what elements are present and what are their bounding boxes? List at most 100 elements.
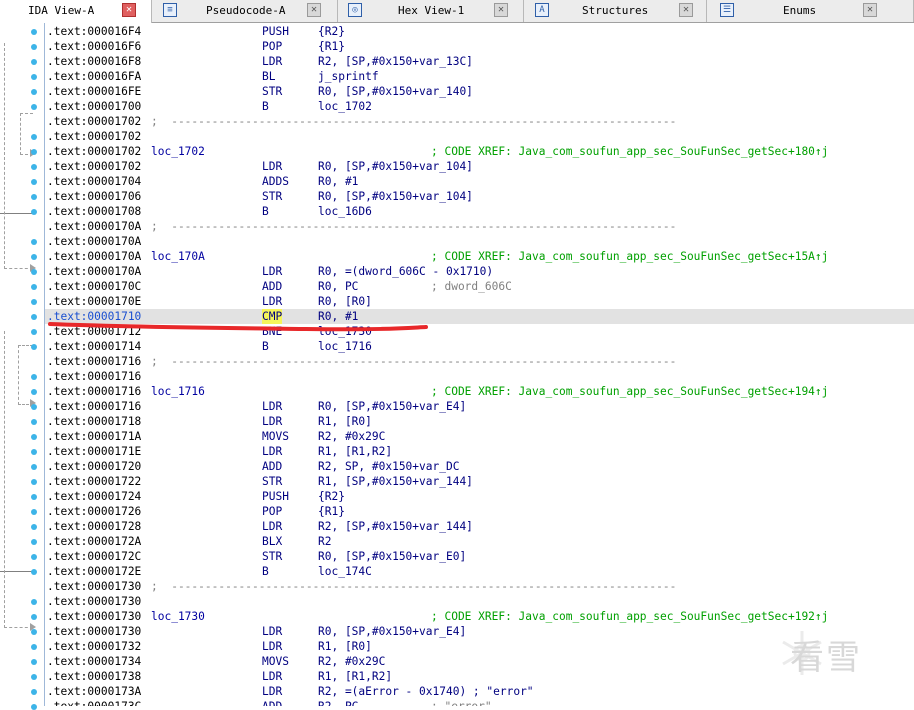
code-line[interactable]: .text:00001716 ; ------------------------… — [45, 354, 914, 369]
breakpoint-dot-icon[interactable] — [31, 644, 37, 650]
code-line[interactable]: .text:00001716 — [45, 369, 914, 384]
code-line[interactable]: .text:0000170A loc_170A ; CODE XREF: Java_… — [45, 249, 914, 264]
close-icon[interactable]: ✕ — [122, 3, 136, 17]
code-line[interactable]: .text:000016F8 LDR R2, [SP,#0x150+var_13C] — [45, 54, 914, 69]
breakpoint-dot-icon[interactable] — [31, 59, 37, 65]
code-line[interactable]: .text:00001706 STR R0, [SP,#0x150+var_104] — [45, 189, 914, 204]
code-line[interactable]: .text:00001724 PUSH {R2} — [45, 489, 914, 504]
code-line[interactable]: .text:0000170A — [45, 234, 914, 249]
breakpoint-dot-icon[interactable] — [31, 134, 37, 140]
tab-enums[interactable]: ☰ Enums ✕ — [707, 0, 914, 22]
code-line[interactable]: .text:00001716 LDR R0, [SP,#0x150+var_E4] — [45, 399, 914, 414]
breakpoint-dot-icon[interactable] — [31, 329, 37, 335]
code-line[interactable]: .text:00001728 LDR R2, [SP,#0x150+var_144] — [45, 519, 914, 534]
breakpoint-dot-icon[interactable] — [31, 689, 37, 695]
code-line[interactable]: .text:00001714 Bloc_1716 — [45, 339, 914, 354]
breakpoint-dot-icon[interactable] — [31, 674, 37, 680]
breakpoint-dot-icon[interactable] — [31, 434, 37, 440]
breakpoint-dot-icon[interactable] — [31, 179, 37, 185]
code-line[interactable]: .text:000016F6 POP {R1} — [45, 39, 914, 54]
breakpoint-dot-icon[interactable] — [31, 704, 37, 710]
breakpoint-dot-icon[interactable] — [31, 629, 37, 635]
breakpoint-dot-icon[interactable] — [31, 479, 37, 485]
code-line[interactable]: .text:0000171A MOVS R2, #0x29C — [45, 429, 914, 444]
close-icon[interactable]: ✕ — [863, 3, 877, 17]
breakpoint-dot-icon[interactable] — [31, 29, 37, 35]
code-line[interactable]: .text:0000171E LDR R1, [R1,R2] — [45, 444, 914, 459]
breakpoint-dot-icon[interactable] — [31, 404, 37, 410]
breakpoint-dot-icon[interactable] — [31, 74, 37, 80]
code-line[interactable]: .text:00001730 loc_1730 ; CODE XREF: Java_… — [45, 609, 914, 624]
breakpoint-dot-icon[interactable] — [31, 194, 37, 200]
breakpoint-dot-icon[interactable] — [31, 539, 37, 545]
breakpoint-dot-icon[interactable] — [31, 494, 37, 500]
tab-structures[interactable]: A Structures ✕ — [524, 0, 707, 22]
breakpoint-dot-icon[interactable] — [31, 299, 37, 305]
code-line[interactable]: .text:00001700 Bloc_1702 — [45, 99, 914, 114]
code-line[interactable]: .text:0000170A ; ------------------------… — [45, 219, 914, 234]
code-line[interactable]: .text:00001702 loc_1702 ; CODE XREF: Java_… — [45, 144, 914, 159]
breakpoint-dot-icon[interactable] — [31, 524, 37, 530]
breakpoint-dot-icon[interactable] — [31, 284, 37, 290]
code-line[interactable]: .text:00001722 STR R1, [SP,#0x150+var_144] — [45, 474, 914, 489]
breakpoint-dot-icon[interactable] — [31, 569, 37, 575]
inline-comment: ; dword_606C — [431, 280, 512, 293]
breakpoint-dot-icon[interactable] — [31, 599, 37, 605]
code-line[interactable]: .text:000016F4 PUSH {R2} — [45, 24, 914, 39]
breakpoint-dot-icon[interactable] — [31, 389, 37, 395]
xref-comment: ; CODE XREF: Java_com_soufun_app_sec_Sou… — [431, 145, 829, 158]
breakpoint-dot-icon[interactable] — [31, 374, 37, 380]
breakpoint-dot-icon[interactable] — [31, 449, 37, 455]
code-line[interactable]: .text:000016FE STR R0, [SP,#0x150+var_140] — [45, 84, 914, 99]
mnemonic: STR — [262, 190, 283, 203]
code-line[interactable]: .text:0000170A LDR R0, =(dword_606C - 0x17… — [45, 264, 914, 279]
tab-pseudocode-a[interactable]: ≡ Pseudocode-A ✕ — [152, 0, 338, 22]
disassembly-listing[interactable]: .text:000016F4 PUSH {R2} .text:000016F6 POP {… — [45, 23, 914, 706]
operands: R2, SP, #0x150+var_DC — [318, 460, 460, 473]
breakpoint-dot-icon[interactable] — [31, 209, 37, 215]
breakpoint-dot-icon[interactable] — [31, 239, 37, 245]
breakpoint-dot-icon[interactable] — [31, 89, 37, 95]
breakpoint-dot-icon[interactable] — [31, 44, 37, 50]
code-line[interactable]: .text:00001720 ADD R2, SP, #0x150+var_DC — [45, 459, 914, 474]
breakpoint-dot-icon[interactable] — [31, 149, 37, 155]
code-line[interactable]: .text:00001702 LDR R0, [SP,#0x150+var_104] — [45, 159, 914, 174]
tab-hex-view-1[interactable]: ◎ Hex View-1 ✕ — [338, 0, 524, 22]
close-icon[interactable]: ✕ — [679, 3, 693, 17]
breakpoint-dot-icon[interactable] — [31, 344, 37, 350]
breakpoint-dot-icon[interactable] — [31, 614, 37, 620]
breakpoint-dot-icon[interactable] — [31, 554, 37, 560]
operands: R1, [SP,#0x150+var_144] — [318, 475, 473, 488]
code-line[interactable]: .text:00001718 LDR R1, [R0] — [45, 414, 914, 429]
breakpoint-dot-icon[interactable] — [31, 464, 37, 470]
code-line[interactable]: .text:0000172E Bloc_174C — [45, 564, 914, 579]
breakpoint-dot-icon[interactable] — [31, 164, 37, 170]
code-line[interactable]: .text:0000172C STR R0, [SP,#0x150+var_E0] — [45, 549, 914, 564]
code-line[interactable]: .text:000016FA BL j_sprintf — [45, 69, 914, 84]
breakpoint-dot-icon[interactable] — [31, 104, 37, 110]
code-line[interactable]: .text:0000170C ADD R0, PC ; dword_606C — [45, 279, 914, 294]
code-line[interactable]: .text:00001702 ; ------------------------… — [45, 114, 914, 129]
breakpoint-dot-icon[interactable] — [31, 509, 37, 515]
code-line[interactable]: .text:0000173C ADD R2, PC ; "error" — [45, 699, 914, 706]
code-line[interactable]: .text:00001702 — [45, 129, 914, 144]
breakpoint-dot-icon[interactable] — [31, 659, 37, 665]
breakpoint-dot-icon[interactable] — [31, 314, 37, 320]
tab-ida-view-a[interactable]: IDA View-A ✕ — [0, 0, 152, 23]
code-line[interactable]: .text:0000172A BLX R2 — [45, 534, 914, 549]
address: .text:00001730 — [47, 580, 142, 593]
code-line[interactable]: .text:00001708 Bloc_16D6 — [45, 204, 914, 219]
close-icon[interactable]: ✕ — [494, 3, 508, 17]
breakpoint-dot-icon[interactable] — [31, 254, 37, 260]
close-icon[interactable]: ✕ — [307, 3, 321, 17]
code-line[interactable]: .text:0000170E LDR R0, [R0] — [45, 294, 914, 309]
breakpoint-dot-icon[interactable] — [31, 269, 37, 275]
code-line[interactable]: .text:0000173A LDR R2, =(aError - 0x1740) … — [45, 684, 914, 699]
code-line[interactable]: .text:00001730 ; ------------------------… — [45, 579, 914, 594]
mnemonic: LDR — [262, 445, 283, 458]
code-line[interactable]: .text:00001726 POP {R1} — [45, 504, 914, 519]
code-line[interactable]: .text:00001730 — [45, 594, 914, 609]
code-line[interactable]: .text:00001704 ADDS R0, #1 — [45, 174, 914, 189]
breakpoint-dot-icon[interactable] — [31, 419, 37, 425]
code-line[interactable]: .text:00001716 loc_1716 ; CODE XREF: Java_… — [45, 384, 914, 399]
